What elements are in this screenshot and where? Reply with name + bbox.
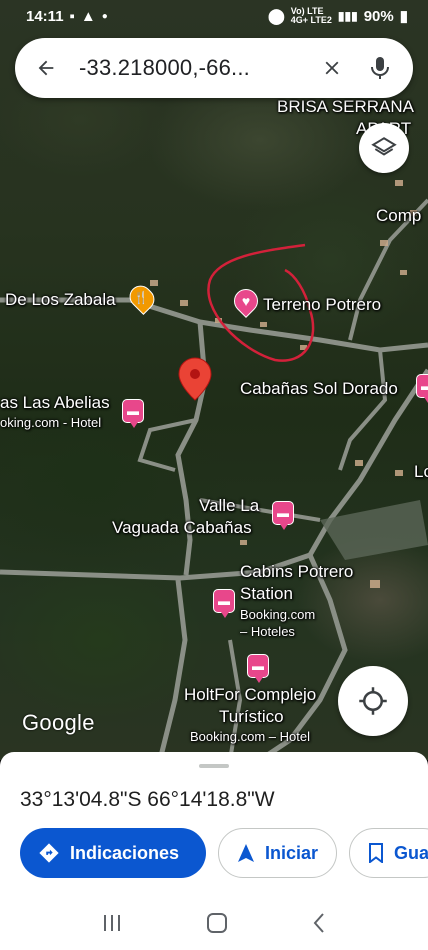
map-view[interactable]: BRISA SERRANA APART Comp De Los Zabala 🍴… [0, 0, 428, 760]
signal-icon: ▮▮▮ [337, 9, 358, 23]
fork-knife-icon: 🍴 [133, 290, 149, 305]
network-label-bottom: 4G+ LTE2 [290, 15, 332, 25]
hotel-pin[interactable]: ▬ [122, 399, 144, 428]
place-sheet[interactable]: 33°13'04.8"S 66°14'18.8"W Indicaciones I… [0, 752, 428, 900]
clear-button[interactable] [317, 53, 347, 83]
status-bar: 14:11 ▪ ▲ ● ⬤ Vo) LTE 4G+ LTE2 ▮▮▮ 90% ▮ [0, 0, 428, 32]
hotel-pin[interactable]: ▬ [272, 501, 294, 530]
voice-search-button[interactable] [365, 53, 395, 83]
place-label-vaguada-cabanas[interactable]: Vaguada Cabañas [112, 519, 252, 537]
home-icon [206, 912, 227, 933]
place-label-comp[interactable]: Comp [376, 207, 421, 225]
save-label: Gua [394, 842, 428, 863]
start-button[interactable]: Iniciar [218, 828, 338, 878]
heart-icon: ♥ [241, 293, 251, 309]
place-label-brisa-serrana[interactable]: BRISA SERRANA [277, 98, 414, 116]
dropped-pin-icon[interactable] [178, 357, 212, 401]
coordinates-title: 33°13'04.8"S 66°14'18.8"W [20, 788, 275, 811]
hotel-pin[interactable]: ▬ [247, 654, 269, 683]
microphone-icon [371, 57, 389, 79]
notification-bell-icon: ▲ [80, 7, 96, 25]
home-button[interactable] [206, 912, 228, 939]
system-nav-bar [0, 900, 428, 950]
place-label-cabins-potrero[interactable]: Cabins Potrero [240, 563, 353, 581]
place-sublabel-holtfor-booking: Booking.com – Hotel [190, 729, 310, 744]
bookmark-icon [369, 843, 384, 863]
place-label-las-abelias[interactable]: as Las Abelias [0, 394, 110, 412]
save-button[interactable]: Gua [349, 828, 428, 878]
dot-icon: ● [101, 10, 108, 22]
close-icon [325, 61, 339, 75]
chevron-left-icon [313, 912, 324, 933]
hotel-pin[interactable]: ▬ [416, 374, 428, 403]
my-location-button[interactable] [338, 666, 408, 736]
crosshair-icon [359, 687, 387, 715]
recents-icon [104, 914, 121, 931]
place-sublabel-booking: Booking.com [240, 607, 316, 622]
location-icon: ⬤ [267, 8, 285, 25]
place-label-lo[interactable]: Lo [414, 463, 428, 481]
directions-button[interactable]: Indicaciones [20, 828, 206, 878]
back-nav-button[interactable] [311, 912, 327, 939]
bed-icon: ▬ [277, 506, 289, 520]
place-sublabel-las-abelias: oking.com - Hotel [0, 415, 102, 430]
bed-icon: ▬ [127, 404, 139, 418]
place-label-valle-la[interactable]: Valle La [199, 497, 259, 515]
bed-icon: ▬ [252, 659, 264, 673]
arrow-left-icon [38, 60, 54, 76]
battery-percent: 90% [363, 7, 394, 25]
layers-icon [371, 137, 397, 156]
battery-icon: ▮ [399, 8, 408, 25]
layers-button[interactable] [359, 123, 409, 173]
search-query[interactable]: -33.218000,-66... [79, 55, 299, 81]
recent-apps-button[interactable] [101, 913, 123, 938]
bed-icon: ▬ [421, 379, 428, 393]
directions-label: Indicaciones [70, 842, 180, 863]
sheet-drag-handle[interactable] [199, 764, 229, 768]
navigation-arrow-icon [238, 844, 254, 862]
hotel-pin[interactable]: ▬ [213, 589, 235, 618]
place-label-cabanas-sol-dorado[interactable]: Cabañas Sol Dorado [240, 380, 398, 398]
action-chips: Indicaciones Iniciar Gua [20, 828, 428, 878]
directions-icon [39, 843, 59, 863]
place-sublabel-hoteles: – Hoteles [240, 624, 295, 639]
place-label-station[interactable]: Station [240, 585, 293, 603]
start-label: Iniciar [265, 842, 319, 863]
google-attribution: Google [22, 710, 95, 735]
place-label-turistico[interactable]: Turístico [219, 708, 284, 726]
place-label-terreno-potrero[interactable]: Terreno Potrero [263, 296, 381, 314]
status-time: 14:11 [26, 7, 64, 25]
bed-icon: ▬ [218, 594, 230, 608]
place-label-de-los-zabala[interactable]: De Los Zabala [5, 291, 116, 309]
back-button[interactable] [33, 55, 59, 81]
search-bar[interactable]: -33.218000,-66... [15, 38, 413, 98]
image-icon: ▪ [69, 7, 75, 25]
place-label-holtfor[interactable]: HoltFor Complejo [184, 686, 316, 704]
